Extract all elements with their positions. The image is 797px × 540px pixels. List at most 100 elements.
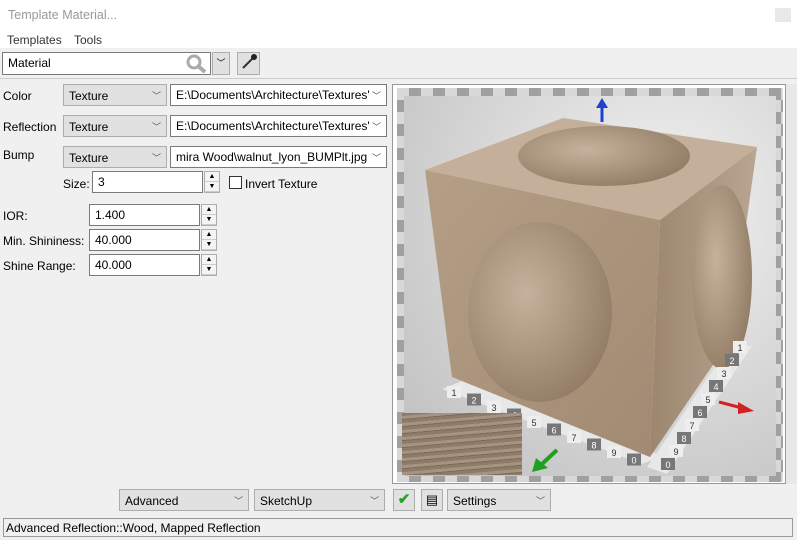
size-stepper[interactable]: ▲ ▼: [204, 171, 220, 193]
ruler-left-number: 7: [571, 433, 576, 443]
ruler-left-number: 5: [531, 418, 536, 428]
ruler-left-number: 2: [471, 396, 476, 406]
min-shininess-input[interactable]: 40.000: [89, 229, 200, 251]
ruler-right-number: 5: [705, 395, 710, 405]
down-arrow-icon[interactable]: ▼: [202, 215, 216, 225]
window-title: Template Material...: [8, 8, 118, 22]
z-axis-arrow: [596, 98, 608, 122]
reflection-path-value: E:\Documents\Architecture\Textures': [176, 119, 370, 133]
chevron-down-icon: ﹀: [151, 122, 161, 132]
status-bar: Advanced Reflection::Wood, Mapped Reflec…: [3, 518, 793, 537]
color-label: Color: [3, 89, 32, 103]
texture-thumbnail[interactable]: [402, 413, 522, 475]
color-path-value: E:\Documents\Architecture\Textures': [176, 88, 370, 102]
renderer-value: SketchUp: [260, 494, 313, 508]
x-axis-arrow: [718, 400, 754, 414]
ruler-left-number: 1: [451, 388, 456, 398]
status-text: Advanced Reflection::Wood, Mapped Reflec…: [6, 521, 261, 535]
ior-stepper[interactable]: ▲ ▼: [201, 204, 217, 226]
menu-tools[interactable]: Tools: [74, 33, 102, 47]
material-search-input[interactable]: Material: [2, 52, 211, 75]
ruler-left-number: 8: [591, 441, 596, 451]
size-label: Size:: [63, 177, 90, 191]
chevron-down-icon: ﹀: [371, 122, 381, 132]
eyedropper-button[interactable]: [237, 52, 260, 75]
list-button[interactable]: ▤: [421, 489, 443, 511]
ior-input[interactable]: 1.400: [89, 204, 200, 226]
renderer-select[interactable]: SketchUp ﹀: [254, 489, 385, 511]
shine-range-stepper[interactable]: ▲ ▼: [201, 254, 217, 276]
reflection-label: Reflection: [3, 120, 57, 134]
ruler-right-number: 9: [673, 447, 678, 457]
search-icon[interactable]: [186, 54, 208, 74]
apply-button[interactable]: ✔: [393, 489, 415, 511]
ruler-right-number: 2: [729, 356, 734, 366]
mode-select[interactable]: Advanced ﹀: [119, 489, 249, 511]
shine-range-label: Shine Range:: [3, 259, 76, 273]
chevron-down-icon: ﹀: [151, 91, 161, 101]
eyedropper-icon: [241, 54, 257, 69]
shine-range-input[interactable]: 40.000: [89, 254, 200, 276]
up-arrow-icon[interactable]: ▲: [202, 230, 216, 240]
chevron-down-icon: ﹀: [371, 153, 381, 163]
checkmark-icon: ✔: [397, 491, 411, 508]
settings-select[interactable]: Settings ﹀: [447, 489, 551, 511]
ruler-right-number: 4: [713, 382, 718, 392]
ruler-left-number: 3: [491, 403, 496, 413]
invert-texture-label: Invert Texture: [245, 177, 318, 191]
list-icon: ▤: [425, 492, 439, 507]
ruler-left-number: 6: [551, 426, 556, 436]
chevron-down-icon: ﹀: [535, 496, 545, 506]
down-arrow-icon[interactable]: ▼: [205, 182, 219, 192]
bump-type-select[interactable]: Texture ﹀: [63, 146, 167, 168]
window-close-button[interactable]: [775, 8, 791, 22]
ior-value: 1.400: [95, 208, 126, 222]
material-dropdown-button[interactable]: ﹀: [212, 52, 230, 75]
reflection-type-select[interactable]: Texture ﹀: [63, 115, 167, 137]
right-edge-strip: [786, 84, 797, 484]
toolbar-divider: [0, 78, 797, 79]
size-value: 3: [98, 175, 105, 189]
color-type-select[interactable]: Texture ﹀: [63, 84, 167, 106]
ruler-right-number: 7: [689, 421, 694, 431]
ior-label: IOR:: [3, 209, 28, 223]
color-path-select[interactable]: E:\Documents\Architecture\Textures' ﹀: [170, 84, 387, 106]
chevron-down-icon: ﹀: [151, 153, 161, 163]
chevron-down-icon: ﹀: [233, 496, 243, 506]
y-axis-arrow: [532, 448, 559, 472]
material-search-value: Material: [8, 56, 51, 70]
front-sphere-cutout: [468, 222, 612, 402]
ruler-right-number: 1: [737, 343, 742, 353]
ruler-left-number: 0: [631, 456, 636, 466]
shine-range-value: 40.000: [95, 258, 132, 272]
bump-label: Bump: [3, 148, 35, 162]
bump-path-value: mira Wood\walnut_lyon_BUMPlt.jpg: [176, 150, 368, 164]
title-bar: [0, 0, 797, 30]
top-sphere-cutout: [518, 126, 690, 186]
min-shininess-label: Min. Shininess:: [3, 234, 85, 248]
ruler-right-number: 8: [681, 434, 686, 444]
ruler-right-number: 3: [721, 369, 726, 379]
reflection-type-value: Texture: [69, 120, 109, 134]
chevron-down-icon: ﹀: [371, 91, 381, 101]
up-arrow-icon[interactable]: ▲: [202, 205, 216, 215]
down-arrow-icon[interactable]: ▼: [202, 240, 216, 250]
down-arrow-icon[interactable]: ▼: [202, 265, 216, 275]
color-type-value: Texture: [69, 89, 109, 103]
chevron-down-icon: ﹀: [369, 496, 379, 506]
invert-texture-checkbox[interactable]: [229, 176, 242, 189]
ruler-left-number: 9: [611, 448, 616, 458]
bump-type-value: Texture: [69, 151, 109, 165]
bump-path-select[interactable]: mira Wood\walnut_lyon_BUMPlt.jpg ﹀: [170, 146, 387, 168]
mode-value: Advanced: [125, 494, 179, 508]
ruler-right-number: 6: [697, 408, 702, 418]
reflection-path-select[interactable]: E:\Documents\Architecture\Textures' ﹀: [170, 115, 387, 137]
min-shininess-value: 40.000: [95, 233, 132, 247]
menu-templates[interactable]: Templates: [7, 33, 62, 47]
up-arrow-icon[interactable]: ▲: [202, 255, 216, 265]
menu-bar: [0, 30, 797, 48]
up-arrow-icon[interactable]: ▲: [205, 172, 219, 182]
ruler-right-number: 0: [665, 460, 670, 470]
min-shininess-stepper[interactable]: ▲ ▼: [201, 229, 217, 251]
size-input[interactable]: 3: [92, 171, 203, 193]
